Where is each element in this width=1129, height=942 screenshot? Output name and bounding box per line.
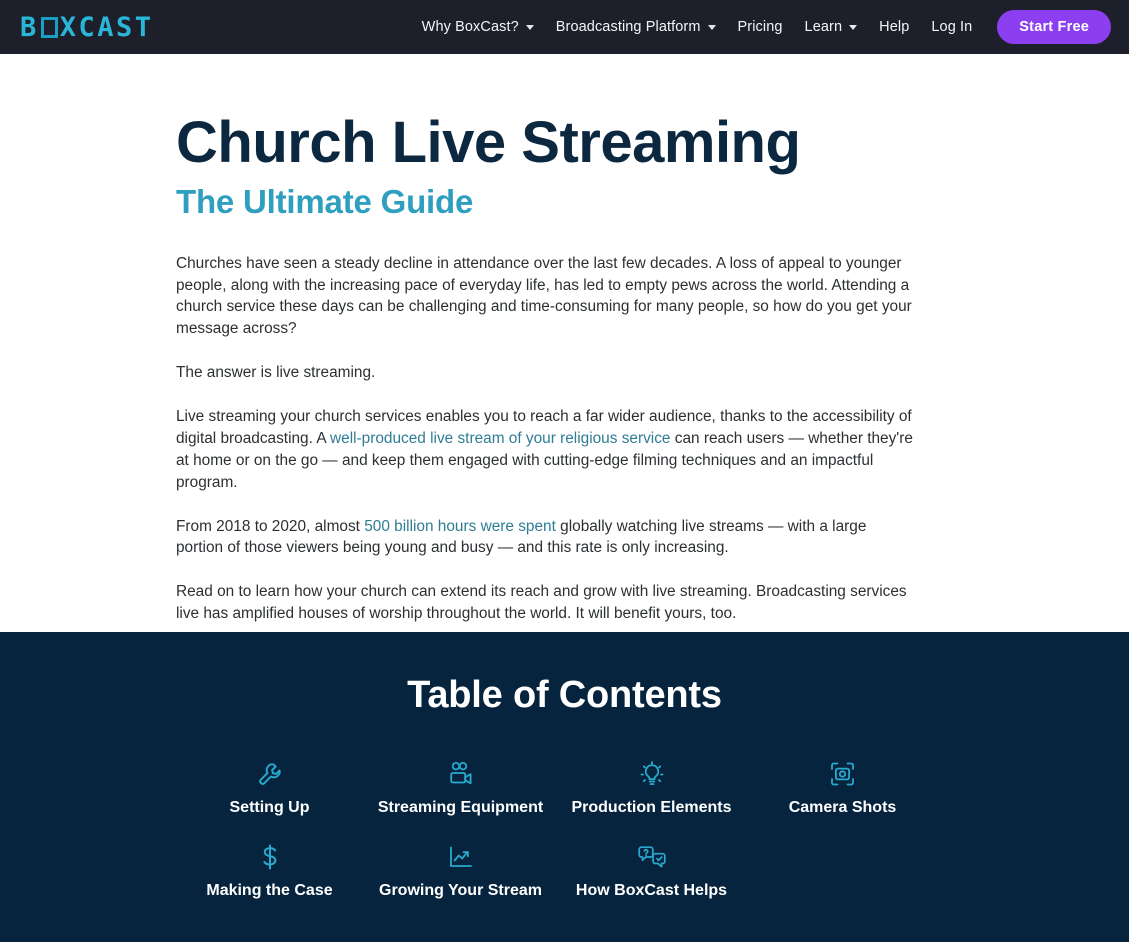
start-free-button[interactable]: Start Free <box>997 10 1111 44</box>
nav-label-pricing: Pricing <box>737 19 783 35</box>
chevron-down-icon <box>707 24 716 30</box>
paragraph-1: Churches have seen a steady decline in a… <box>176 254 912 338</box>
paragraph-4-text-a: From 2018 to 2020, almost <box>176 517 365 535</box>
toc-label-making-the-case: Making the Case <box>206 882 333 899</box>
logo-letter-b: B <box>20 11 39 43</box>
table-of-contents-section: Table of Contents Setting Up Streaming E… <box>0 632 1129 942</box>
nav-label-broadcasting-platform: Broadcasting Platform <box>555 19 701 35</box>
nav-label-learn: Learn <box>804 19 843 35</box>
nav-label-log-in: Log In <box>931 19 973 35</box>
wrench-icon <box>257 759 283 789</box>
lightbulb-icon <box>638 759 666 789</box>
camera-focus-icon <box>829 759 856 789</box>
toc-label-streaming-equipment: Streaming Equipment <box>377 799 544 816</box>
logo-letters-xcast: XCAST <box>59 11 154 43</box>
link-500-billion-hours[interactable]: 500 billion hours were spent <box>364 518 556 535</box>
logo-letter-o <box>40 16 58 38</box>
link-well-produced-live-stream[interactable]: well-produced live stream of your religi… <box>330 430 670 447</box>
chevron-down-icon <box>849 24 858 30</box>
toc-item-camera-shots[interactable]: Camera Shots <box>747 759 938 817</box>
article-section: Church Live Streaming The Ultimate Guide… <box>0 54 1129 632</box>
nav-label-why-boxcast: Why BoxCast? <box>421 19 519 35</box>
nav-label-help: Help <box>879 19 910 35</box>
toc-item-making-the-case[interactable]: Making the Case <box>174 842 365 900</box>
site-header: B XCAST Why BoxCast? Broadcasting Platfo… <box>0 0 1129 54</box>
article-body: Churches have seen a steady decline in a… <box>176 253 916 625</box>
toc-item-how-boxcast-helps[interactable]: How BoxCast Helps <box>556 842 747 900</box>
main-navigation: Why BoxCast? Broadcasting Platform Prici… <box>411 10 1111 44</box>
paragraph-5: Read on to learn how your church can ext… <box>176 583 907 623</box>
boxcast-logo[interactable]: B XCAST <box>20 14 154 41</box>
nav-item-learn[interactable]: Learn <box>794 13 869 41</box>
toc-label-camera-shots: Camera Shots <box>788 799 897 816</box>
toc-item-production-elements[interactable]: Production Elements <box>556 759 747 817</box>
toc-label-how-boxcast-helps: How BoxCast Helps <box>575 882 728 899</box>
toc-label-setting-up: Setting Up <box>229 799 310 816</box>
toc-item-setting-up[interactable]: Setting Up <box>174 759 365 817</box>
paragraph-3: Live streaming your church services enab… <box>176 406 916 494</box>
toc-label-production-elements: Production Elements <box>571 799 732 816</box>
page-subtitle: The Ultimate Guide <box>176 183 474 220</box>
page-title: Church Live Streaming <box>176 110 801 175</box>
table-of-contents-grid: Setting Up Streaming Equipment Productio… <box>174 759 938 900</box>
chat-bubbles-icon <box>637 842 667 872</box>
nav-item-log-in[interactable]: Log In <box>920 13 983 41</box>
toc-item-streaming-equipment[interactable]: Streaming Equipment <box>365 759 556 817</box>
dollar-sign-icon <box>260 842 280 872</box>
nav-item-broadcasting-platform[interactable]: Broadcasting Platform <box>545 13 727 41</box>
video-camera-icon <box>447 759 475 789</box>
chevron-down-icon <box>525 24 534 30</box>
paragraph-4: From 2018 to 2020, almost 500 billion ho… <box>176 516 916 560</box>
nav-item-help[interactable]: Help <box>868 13 920 41</box>
nav-item-why-boxcast[interactable]: Why BoxCast? <box>411 13 545 41</box>
table-of-contents-title: Table of Contents <box>407 674 722 716</box>
toc-label-growing-your-stream: Growing Your Stream <box>379 882 542 899</box>
toc-item-growing-your-stream[interactable]: Growing Your Stream <box>365 842 556 900</box>
line-chart-icon <box>447 842 475 872</box>
paragraph-2: The answer is live streaming. <box>176 364 376 382</box>
nav-item-pricing[interactable]: Pricing <box>727 13 794 41</box>
